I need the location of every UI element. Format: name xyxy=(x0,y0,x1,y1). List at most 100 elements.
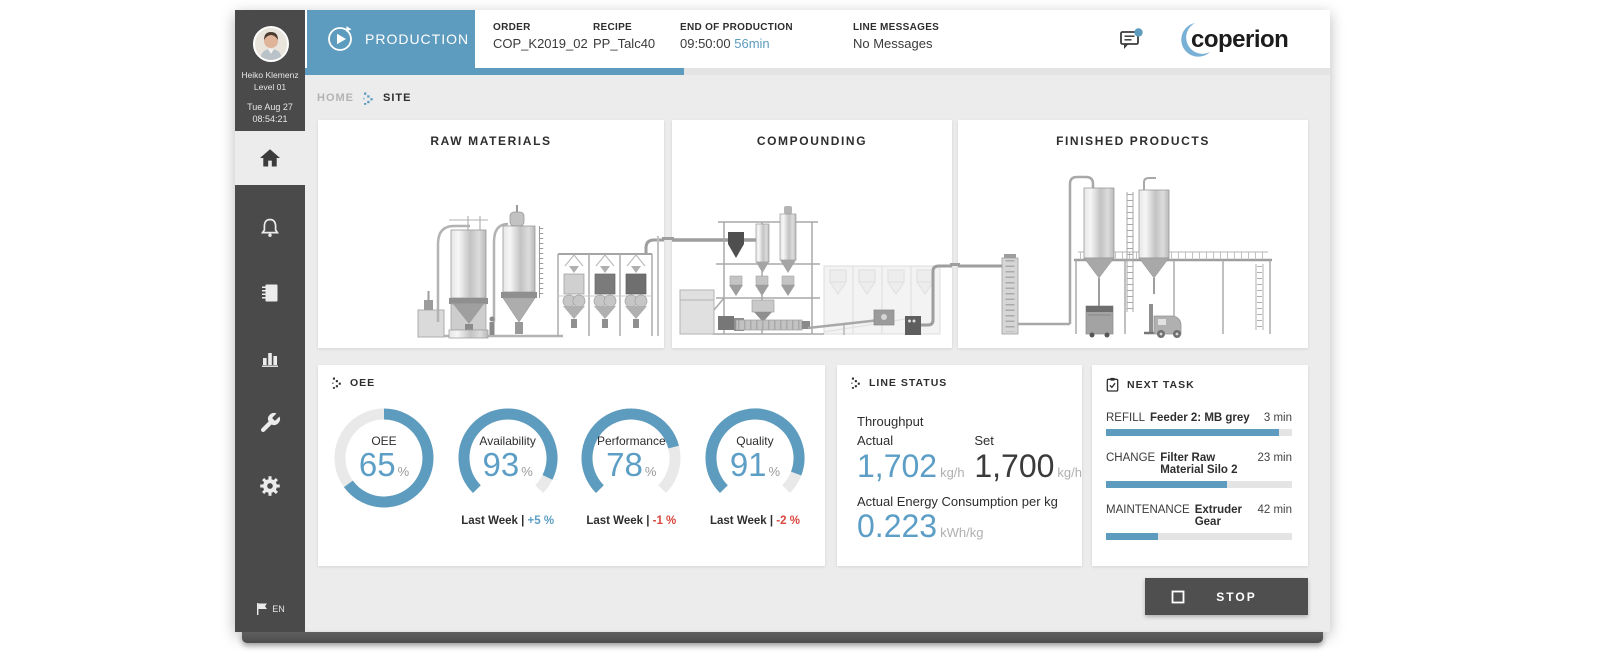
sidebar-item-reports[interactable] xyxy=(235,331,305,385)
bar-chart-icon xyxy=(258,346,282,370)
tab-production-label: PRODUCTION xyxy=(365,31,469,47)
panel-raw-materials[interactable]: RAW MATERIALS xyxy=(318,120,664,348)
coperion-logo-graphic: coperion xyxy=(1173,20,1323,60)
sidebar: Heiko Klemenz Level 01 Tue Aug 27 08:54:… xyxy=(235,10,305,632)
end-of-production-info: END OF PRODUCTION 09:50:00 56min xyxy=(680,22,793,51)
throughput-label: Throughput xyxy=(857,413,1082,431)
task-row[interactable]: REFILL Feeder 2: MB grey 3 min xyxy=(1106,412,1292,436)
energy-label: Actual Energy Consumption per kg xyxy=(857,494,1082,509)
actual-label: Actual xyxy=(857,432,974,450)
gauge-row: OEE 65% Availability 93% Last Week | +5 … xyxy=(318,389,825,527)
panel-next-task: NEXT TASK REFILL Feeder 2: MB grey 3 min… xyxy=(1092,365,1308,566)
panel-line-status: LINE STATUS Throughput Actual 1,702kg/h … xyxy=(837,365,1082,566)
task-action: CHANGE xyxy=(1106,452,1155,464)
stop-square-icon xyxy=(1171,590,1185,604)
set-value: 1,700 xyxy=(974,448,1054,484)
actual-value-row: 1,702kg/h xyxy=(857,449,974,484)
end-remaining: 56min xyxy=(734,36,769,51)
set-value-row: 1,700kg/h xyxy=(974,449,1082,484)
line-messages-label: LINE MESSAGES xyxy=(853,22,939,33)
energy-value: 0.223 xyxy=(857,508,937,544)
panel-compounding[interactable]: COMPOUNDING xyxy=(672,120,952,348)
tab-production[interactable]: PRODUCTION xyxy=(307,10,475,68)
wrench-icon xyxy=(258,411,282,435)
sidebar-item-maintenance[interactable] xyxy=(235,396,305,450)
task-action: REFILL xyxy=(1106,412,1145,424)
gauge-quality: Quality 91% Last Week | -2 % xyxy=(699,403,811,527)
task-progress-track xyxy=(1106,429,1292,436)
bell-icon xyxy=(258,216,282,240)
task-time: 42 min xyxy=(1257,504,1292,516)
avatar[interactable] xyxy=(253,26,289,62)
gauge-performance: Performance 78% Last Week | -1 % xyxy=(575,403,687,527)
order-value: COP_K2019_02 xyxy=(493,36,588,51)
pipe-raw-to-compounding xyxy=(662,237,674,240)
hmi-screen: Heiko Klemenz Level 01 Tue Aug 27 08:54:… xyxy=(235,10,1330,632)
task-name: Filter Raw Material Silo 2 xyxy=(1160,452,1251,476)
production-progress-track xyxy=(305,68,1330,75)
pipe-compounding-to-finished xyxy=(950,263,960,266)
production-cycle-icon xyxy=(325,24,355,54)
gear-icon xyxy=(257,473,283,499)
compounding-illustration xyxy=(672,172,952,342)
sidebar-date: Tue Aug 27 xyxy=(235,102,305,112)
finished-products-illustration xyxy=(958,172,1308,342)
task-progress-track xyxy=(1106,533,1292,540)
stop-button[interactable]: STOP xyxy=(1145,578,1308,615)
logo-text: coperion xyxy=(1191,26,1288,53)
task-time: 23 min xyxy=(1257,452,1292,464)
line-status-header: LINE STATUS xyxy=(837,365,1082,389)
language-label: EN xyxy=(272,604,285,614)
language-switch[interactable]: EN xyxy=(235,594,305,624)
messages-button[interactable] xyxy=(1117,26,1145,54)
breadcrumb-chevron-icon xyxy=(363,92,374,105)
sidebar-item-settings[interactable] xyxy=(235,459,305,513)
panel-oee: OEE OEE 65% Availability 93% xyxy=(318,365,825,566)
line-status-body: Throughput Actual 1,702kg/h Set 1,700kg/… xyxy=(837,389,1082,544)
recipe-info: RECIPE PP_Talc40 xyxy=(593,22,655,51)
clipboard-icon xyxy=(1106,377,1119,392)
task-progress-track xyxy=(1106,481,1292,488)
actual-unit: kg/h xyxy=(940,465,965,480)
line-messages-info: LINE MESSAGES No Messages xyxy=(853,22,939,51)
task-progress-fill xyxy=(1106,429,1279,436)
task-list: REFILL Feeder 2: MB grey 3 min CHANGE Fi… xyxy=(1092,392,1308,540)
panel-finished-products[interactable]: FINISHED PRODUCTS xyxy=(958,120,1308,348)
end-of-production-value: 09:50:00 56min xyxy=(680,36,793,51)
task-progress-fill xyxy=(1106,481,1227,488)
line-status-title: LINE STATUS xyxy=(869,377,947,389)
sidebar-item-alarms[interactable] xyxy=(235,201,305,255)
production-progress-fill xyxy=(305,68,684,75)
actual-value: 1,702 xyxy=(857,448,937,484)
line-messages-value: No Messages xyxy=(853,36,939,51)
set-unit: kg/h xyxy=(1057,465,1082,480)
gauge-availability: Availability 93% Last Week | +5 % xyxy=(452,403,564,527)
task-progress-fill xyxy=(1106,533,1158,540)
energy-unit: kWh/kg xyxy=(940,525,983,540)
gauge-value: 91% xyxy=(700,448,810,483)
end-of-production-label: END OF PRODUCTION xyxy=(680,22,793,33)
breadcrumb-current: SITE xyxy=(383,92,411,104)
avatar-photo xyxy=(255,28,287,60)
recipe-value: PP_Talc40 xyxy=(593,36,655,51)
gauge-value: 65% xyxy=(329,448,439,483)
sidebar-item-home[interactable] xyxy=(235,131,305,185)
task-name: Extruder Gear xyxy=(1195,504,1252,528)
sidebar-item-logbook[interactable] xyxy=(235,266,305,320)
energy-value-row: 0.223kWh/kg xyxy=(857,509,1082,544)
breadcrumb-home[interactable]: HOME xyxy=(317,92,354,104)
coperion-logo: coperion xyxy=(1173,20,1323,60)
chat-notification-icon xyxy=(1117,26,1145,54)
set-label: Set xyxy=(974,432,1082,450)
oee-chevron-icon xyxy=(332,377,342,389)
task-row[interactable]: MAINTENANCE Extruder Gear 42 min xyxy=(1106,504,1292,540)
gauge-value: 93% xyxy=(453,448,563,483)
gauge-lastweek: Last Week | +5 % xyxy=(452,515,564,527)
panel-finished-products-title: FINISHED PRODUCTS xyxy=(958,134,1308,148)
flag-icon xyxy=(255,602,269,616)
next-task-header: NEXT TASK xyxy=(1092,365,1308,392)
task-row[interactable]: CHANGE Filter Raw Material Silo 2 23 min xyxy=(1106,452,1292,488)
task-name: Feeder 2: MB grey xyxy=(1150,412,1258,424)
order-info: ORDER COP_K2019_02 xyxy=(493,22,588,51)
breadcrumb: HOME SITE xyxy=(317,90,411,106)
